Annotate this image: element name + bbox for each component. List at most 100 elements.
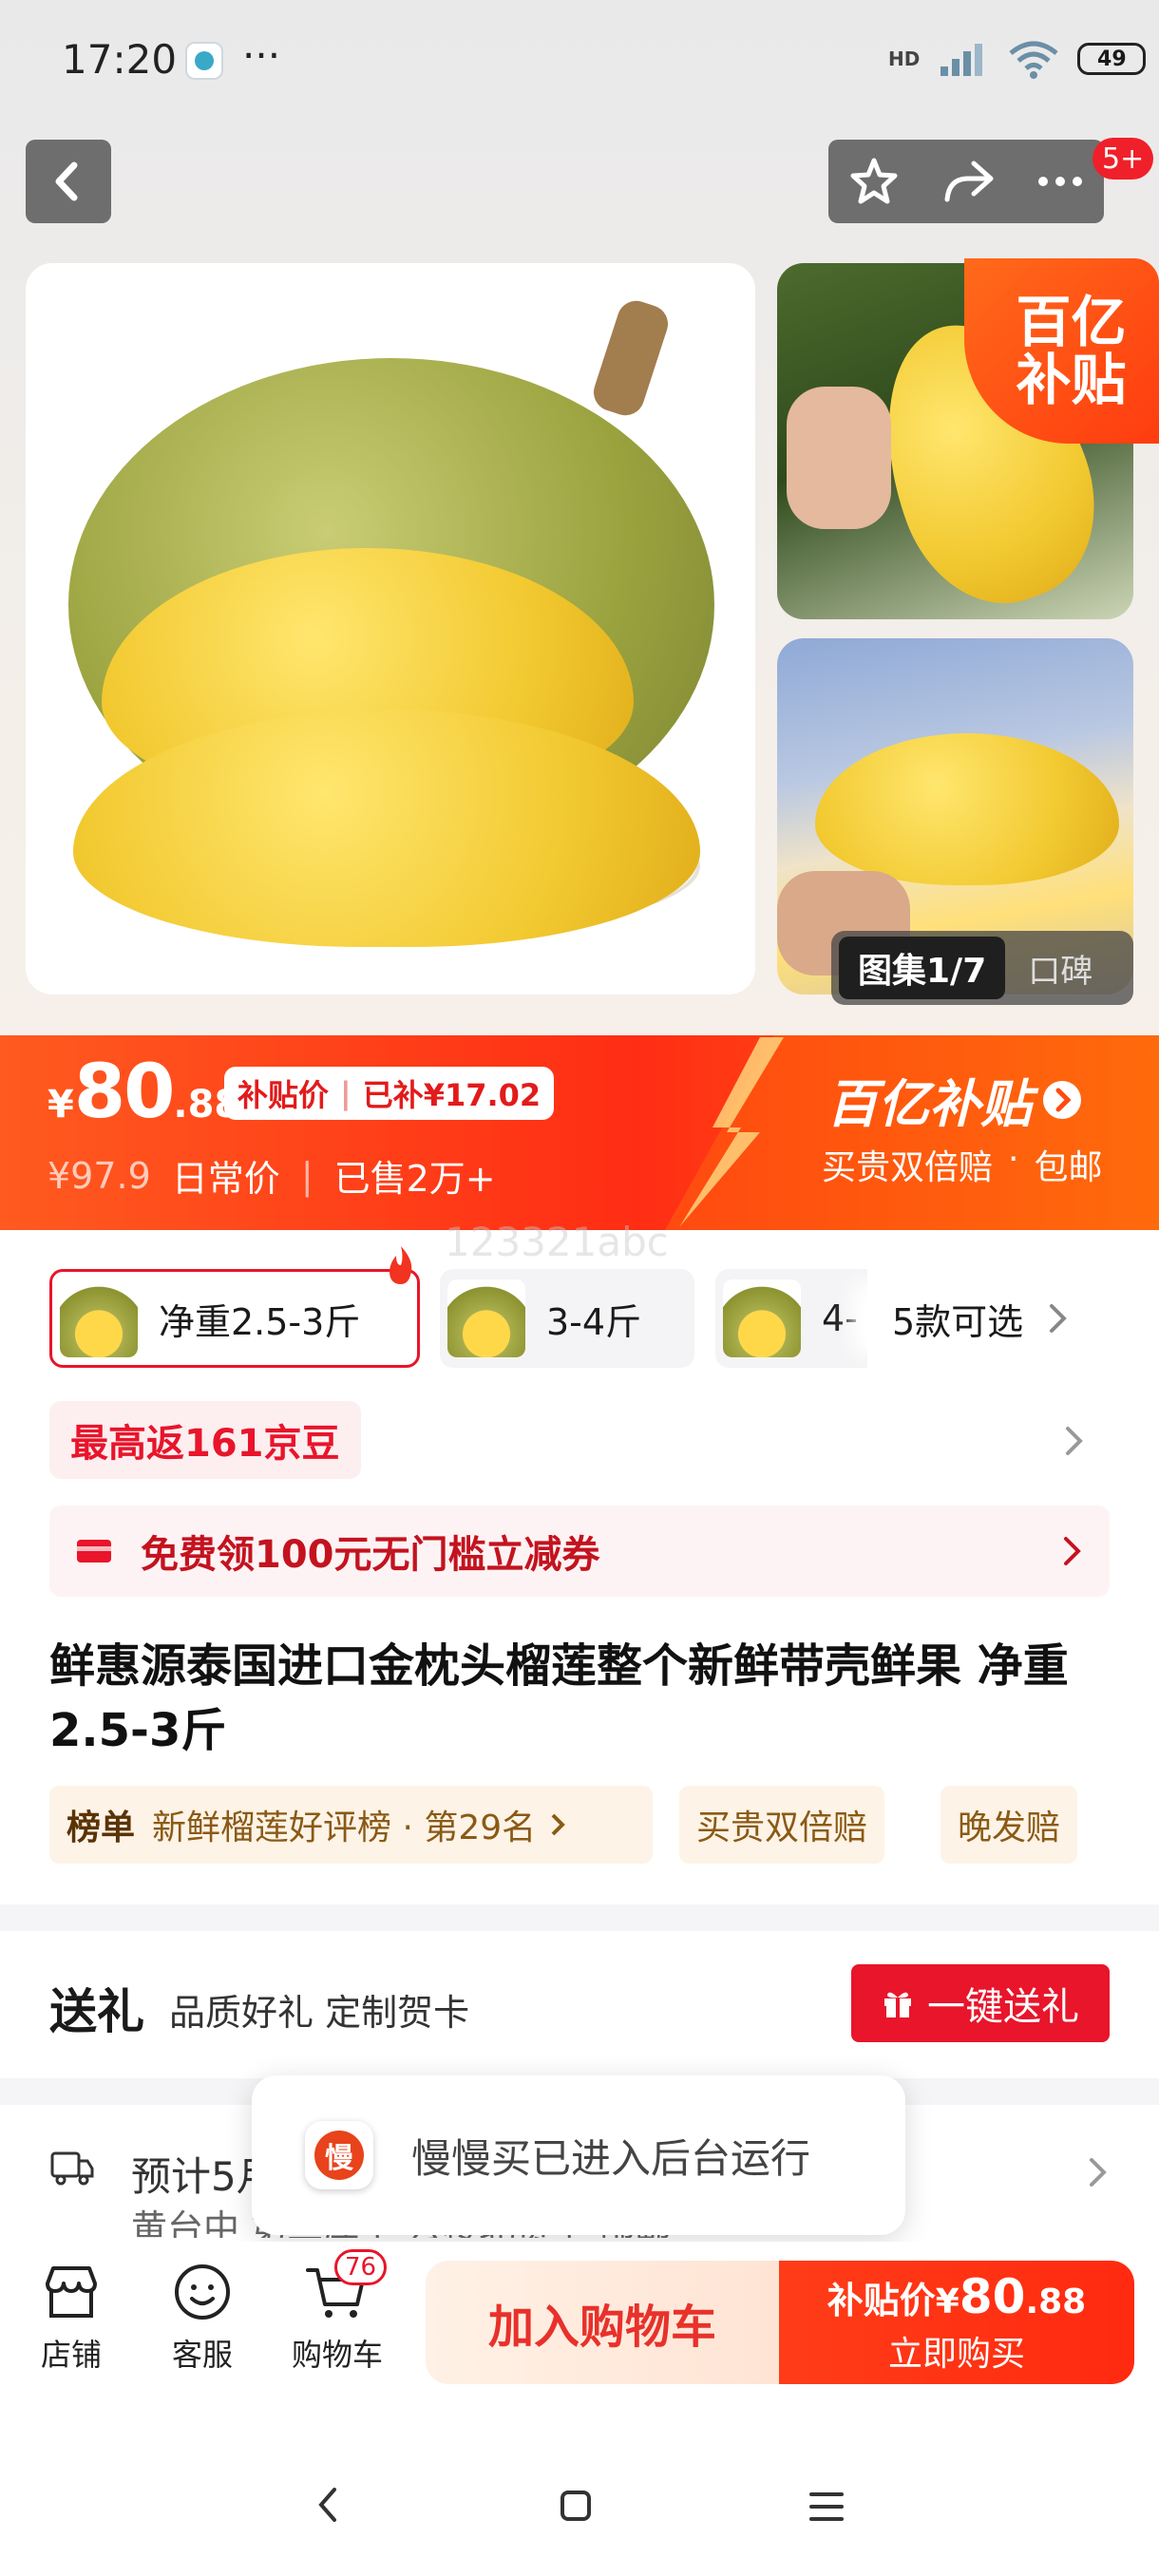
toast-text: 慢慢买已进入后台运行 bbox=[411, 2134, 811, 2182]
late-refund-tag[interactable]: 晚发赔 bbox=[940, 1786, 1078, 1864]
dot-separator: · bbox=[1008, 1140, 1019, 1179]
chevron-left-icon bbox=[55, 161, 78, 201]
price-currency: ¥ bbox=[48, 1083, 74, 1127]
background-run-toast: 慢 慢慢买已进入后台运行 bbox=[252, 2075, 905, 2235]
star-icon[interactable] bbox=[847, 155, 901, 208]
variants-more[interactable]: 5款可选 bbox=[869, 1282, 1135, 1354]
gallery-counter-bar: 图集1/7 口碑 bbox=[831, 931, 1133, 1005]
buy-now-button[interactable]: 补贴价 ¥ 80 .88 立即购买 bbox=[779, 2261, 1134, 2384]
rank-label: 榜单 bbox=[66, 1809, 136, 1847]
variant-label: 3-4斤 bbox=[546, 1300, 642, 1343]
battery-icon: 49 bbox=[1077, 43, 1147, 75]
subsidy-amount: 已补¥17.02 bbox=[362, 1077, 542, 1113]
gallery-counter[interactable]: 图集1/7 bbox=[839, 937, 1006, 999]
double-refund-tag[interactable]: 买贵双倍赔 bbox=[679, 1786, 885, 1864]
nav-back-icon[interactable] bbox=[314, 2484, 342, 2526]
store-button[interactable]: 店铺 bbox=[27, 2263, 116, 2375]
section-divider bbox=[0, 1904, 1159, 1931]
buy-price-label: 补贴价 bbox=[826, 2280, 936, 2321]
subsidy-brand-title[interactable]: 百亿补贴 bbox=[826, 1062, 1083, 1137]
durian-stem-illustration bbox=[588, 295, 674, 421]
service-label: 客服 bbox=[171, 2337, 233, 2373]
variants-more-label: 5款可选 bbox=[892, 1300, 1024, 1343]
action-group bbox=[828, 140, 1104, 223]
gift-title: 送礼 bbox=[49, 1984, 144, 2039]
sold-count: 已售2万+ bbox=[333, 1158, 496, 1200]
chevron-right-icon[interactable] bbox=[1064, 1425, 1085, 1457]
buy-currency: ¥ bbox=[935, 2282, 960, 2321]
chip-divider: | bbox=[340, 1075, 352, 1111]
subsidy-badge-line1: 百亿 bbox=[1016, 289, 1127, 354]
network-label: HD bbox=[888, 47, 921, 70]
variant-thumb bbox=[60, 1279, 138, 1357]
variant-label: 4- bbox=[822, 1297, 858, 1339]
durian-pulp-photo-2 bbox=[815, 733, 1119, 885]
status-overflow: ··· bbox=[242, 32, 281, 79]
buy-price: 补贴价 ¥ 80 .88 bbox=[827, 2269, 1086, 2324]
original-price: ¥97.9 bbox=[48, 1154, 151, 1197]
cart-count-badge: 76 bbox=[334, 2249, 388, 2285]
chevron-right-icon bbox=[1064, 1537, 1081, 1565]
subsidy-brand-text: 百亿补贴 bbox=[826, 1074, 1032, 1134]
original-price-label: 日常价 bbox=[171, 1158, 280, 1200]
chevron-right-icon bbox=[1050, 1304, 1068, 1333]
free-shipping-text: 包邮 bbox=[1034, 1148, 1103, 1187]
price-integer: 80 bbox=[73, 1050, 176, 1135]
buy-now-label: 立即购买 bbox=[887, 2335, 1025, 2374]
double-refund-text: 买贵双倍赔 bbox=[822, 1148, 994, 1187]
variant-thumb bbox=[447, 1279, 525, 1357]
message-badge: 5+ bbox=[1092, 138, 1154, 180]
variant-label: 净重2.5-3斤 bbox=[159, 1300, 361, 1343]
nav-recents-icon[interactable] bbox=[808, 2491, 846, 2523]
subsidy-brand-sub: 买贵双倍赔 · 包邮 bbox=[822, 1140, 1102, 1189]
service-button[interactable]: 客服 bbox=[158, 2263, 247, 2375]
variant-option-selected[interactable]: 净重2.5-3斤 bbox=[49, 1269, 420, 1368]
buy-int: 80 bbox=[959, 2269, 1026, 2324]
jd-beans-promo[interactable]: 最高返161京豆 bbox=[49, 1401, 361, 1479]
coupon-text: 免费领100元无门槛立减券 bbox=[141, 1533, 600, 1577]
main-product-image[interactable] bbox=[26, 263, 755, 994]
wifi-icon bbox=[1009, 41, 1058, 79]
subsidy-badge-line2: 补贴 bbox=[1016, 347, 1127, 412]
add-to-cart-button[interactable]: 加入购物车 bbox=[426, 2261, 779, 2384]
watermark: 123321abc bbox=[445, 1219, 669, 1265]
app-icon-glyph: 慢 bbox=[314, 2131, 364, 2180]
coupon-banner[interactable]: 免费领100元无门槛立减券 bbox=[49, 1506, 1110, 1597]
meta-divider: | bbox=[300, 1154, 314, 1197]
product-title: 鲜惠源泰国进口金枕头榴莲整个新鲜带壳鲜果 净重2.5-3斤 bbox=[49, 1639, 1069, 1757]
coupon-icon bbox=[77, 1540, 111, 1563]
hot-flame-icon bbox=[390, 1246, 412, 1284]
status-icons: HD 49 bbox=[888, 38, 1147, 80]
send-gift-button[interactable]: 一键送礼 bbox=[851, 1964, 1110, 2042]
store-label: 店铺 bbox=[40, 2337, 102, 2373]
back-button[interactable] bbox=[26, 140, 111, 223]
variant-option[interactable]: 3-4斤 bbox=[440, 1269, 694, 1368]
more-icon[interactable] bbox=[1036, 172, 1085, 191]
lightning-decoration bbox=[670, 1037, 803, 1227]
customer-service-icon bbox=[175, 2264, 230, 2320]
app-notification-icon bbox=[185, 42, 223, 80]
price-meta: ¥97.9 日常价 | 已售2万+ bbox=[48, 1149, 496, 1202]
variant-option[interactable]: 4- bbox=[715, 1269, 867, 1368]
nav-home-icon[interactable] bbox=[559, 2489, 593, 2523]
chevron-right-icon bbox=[551, 1813, 565, 1836]
share-icon[interactable] bbox=[940, 158, 997, 205]
manmanmai-app-icon: 慢 bbox=[305, 2121, 373, 2189]
signal-icon bbox=[940, 44, 983, 76]
truck-icon bbox=[50, 2151, 94, 2186]
subsidy-price-label: 补贴价 bbox=[238, 1077, 330, 1113]
status-time: 17:20 bbox=[62, 36, 178, 83]
chevron-right-circle-icon bbox=[1043, 1080, 1081, 1119]
gift-desc: 品质好礼 定制贺卡 bbox=[169, 1992, 470, 2034]
ranking-tag[interactable]: 榜单 新鲜榴莲好评榜 · 第29名 bbox=[49, 1786, 653, 1864]
send-gift-label: 一键送礼 bbox=[927, 1985, 1079, 2029]
current-price: ¥ 80 .88 bbox=[48, 1050, 240, 1135]
buy-dec: .88 bbox=[1025, 2282, 1087, 2321]
cart-label: 购物车 bbox=[291, 2337, 383, 2373]
hand-illustration bbox=[787, 387, 891, 529]
gift-icon bbox=[884, 1992, 911, 2017]
rank-text: 新鲜榴莲好评榜 · 第29名 bbox=[152, 1809, 537, 1847]
subsidy-price-chip: 补贴价 | 已补¥17.02 bbox=[224, 1067, 555, 1120]
review-tab[interactable]: 口碑 bbox=[1028, 945, 1092, 992]
chevron-right-icon[interactable] bbox=[1088, 2156, 1109, 2188]
